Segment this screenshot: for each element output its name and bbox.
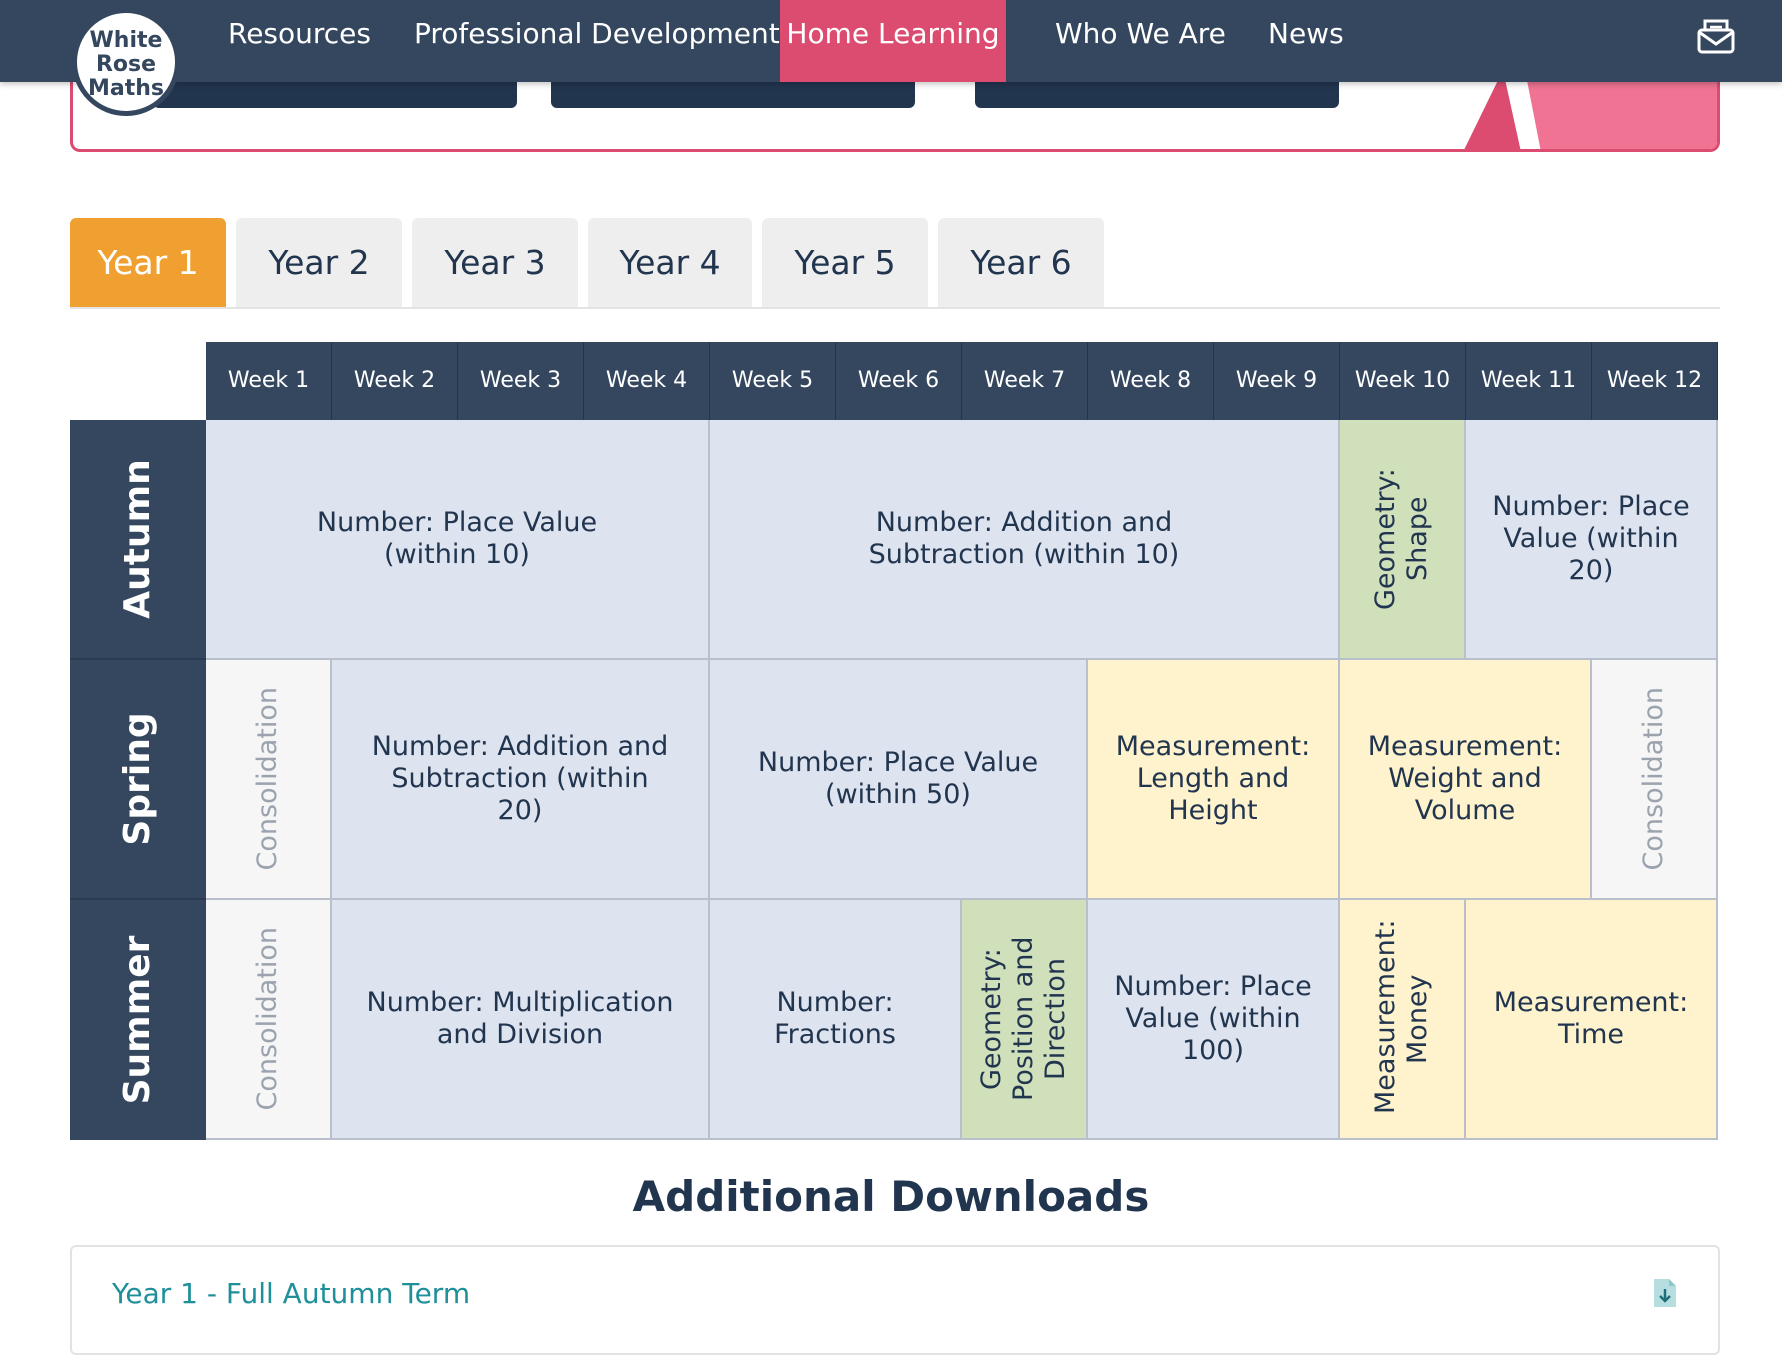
week-header-8: Week 8: [1088, 342, 1214, 420]
season-label: Spring: [117, 712, 158, 846]
season-spring: Spring: [70, 660, 206, 900]
block-label: Measurement: Length and Height: [1115, 731, 1311, 826]
tab-year-2[interactable]: Year 2: [236, 218, 402, 308]
tab-year-4[interactable]: Year 4: [588, 218, 752, 308]
season-label: Autumn: [117, 459, 158, 619]
block-label: Number: Addition and Subtraction (within…: [868, 507, 1180, 570]
nav-item-professional-development[interactable]: Professional Development: [390, 0, 804, 82]
scheme-of-learning-grid: Week 1 Week 2 Week 3 Week 4 Week 5 Week …: [70, 342, 1718, 1140]
week-header-2: Week 2: [332, 342, 458, 420]
block-label: Measurement: Weight and Volume: [1367, 731, 1563, 826]
block-summer-consolidation[interactable]: Consolidation: [206, 900, 332, 1140]
logo-line-maths: Maths: [87, 76, 164, 101]
nav-item-resources[interactable]: Resources: [204, 0, 395, 82]
block-autumn-geometry-shape[interactable]: Geometry: Shape: [1340, 420, 1466, 660]
block-autumn-place-value-20[interactable]: Number: Place Value (within 20): [1466, 420, 1718, 660]
block-summer-multiplication-division[interactable]: Number: Multiplication and Division: [332, 900, 710, 1140]
tab-year-3[interactable]: Year 3: [412, 218, 578, 308]
block-spring-consolidation-end[interactable]: Consolidation: [1592, 660, 1718, 900]
block-label: Number: Place Value (within 100): [1114, 971, 1312, 1066]
block-spring-consolidation-start[interactable]: Consolidation: [206, 660, 332, 900]
block-label: Number: Place Value (within 50): [757, 747, 1039, 810]
additional-downloads-title: Additional Downloads: [632, 1172, 1150, 1221]
block-spring-length-height[interactable]: Measurement: Length and Height: [1088, 660, 1340, 900]
block-label: Consolidation: [252, 927, 283, 1111]
week-header-4: Week 4: [584, 342, 710, 420]
week-header-1: Week 1: [206, 342, 332, 420]
block-autumn-addition-subtraction-10[interactable]: Number: Addition and Subtraction (within…: [710, 420, 1340, 660]
nav-item-who-we-are[interactable]: Who We Are: [1031, 0, 1250, 82]
download-file-icon[interactable]: [1652, 1277, 1678, 1309]
download-link-year1-autumn[interactable]: Year 1 - Full Autumn Term: [112, 1277, 470, 1310]
block-spring-addition-subtraction-20[interactable]: Number: Addition and Subtraction (within…: [332, 660, 710, 900]
block-autumn-place-value-10[interactable]: Number: Place Value (within 10): [206, 420, 710, 660]
block-label: Geometry: Shape: [1370, 468, 1433, 610]
tabs-divider: [70, 307, 1720, 309]
week-header-9: Week 9: [1214, 342, 1340, 420]
block-summer-time[interactable]: Measurement: Time: [1466, 900, 1718, 1140]
block-label: Number: Addition and Subtraction (within…: [371, 731, 669, 826]
block-label: Number: Fractions: [774, 987, 896, 1050]
tab-year-5[interactable]: Year 5: [762, 218, 928, 308]
week-header-11: Week 11: [1466, 342, 1592, 420]
week-header-7: Week 7: [962, 342, 1088, 420]
week-header-12: Week 12: [1592, 342, 1718, 420]
tab-year-1[interactable]: Year 1: [70, 218, 226, 308]
white-rose-maths-logo[interactable]: White Rose Maths: [72, 8, 180, 116]
block-spring-place-value-50[interactable]: Number: Place Value (within 50): [710, 660, 1088, 900]
nav-item-home-learning[interactable]: Home Learning: [780, 0, 1006, 82]
block-summer-place-value-100[interactable]: Number: Place Value (within 100): [1088, 900, 1340, 1140]
block-label: Measurement: Money: [1370, 919, 1433, 1114]
logo-line-rose: Rose: [95, 52, 157, 77]
block-label: Consolidation: [1638, 687, 1669, 871]
season-summer: Summer: [70, 900, 206, 1140]
week-header-6: Week 6: [836, 342, 962, 420]
week-header-10: Week 10: [1340, 342, 1466, 420]
block-summer-fractions[interactable]: Number: Fractions: [710, 900, 962, 1140]
block-label: Geometry: Position and Direction: [976, 936, 1071, 1102]
block-label: Number: Place Value (within 20): [1492, 491, 1690, 586]
nav-item-news[interactable]: News: [1244, 0, 1368, 82]
download-card: Year 1 - Full Autumn Term: [70, 1245, 1720, 1355]
tab-year-6[interactable]: Year 6: [938, 218, 1104, 308]
season-label: Summer: [117, 935, 158, 1105]
season-autumn: Autumn: [70, 420, 206, 660]
block-label: Measurement: Time: [1493, 987, 1689, 1050]
top-nav: Resources Professional Development Home …: [0, 0, 1782, 82]
block-spring-weight-volume[interactable]: Measurement: Weight and Volume: [1340, 660, 1592, 900]
block-label: Number: Multiplication and Division: [366, 987, 674, 1050]
logo-line-white: White: [89, 28, 163, 53]
mail-icon[interactable]: [1696, 18, 1736, 54]
week-header-3: Week 3: [458, 342, 584, 420]
block-label: Number: Place Value (within 10): [316, 507, 598, 570]
week-header-5: Week 5: [710, 342, 836, 420]
block-summer-money[interactable]: Measurement: Money: [1340, 900, 1466, 1140]
block-label: Consolidation: [252, 687, 283, 871]
block-summer-position-direction[interactable]: Geometry: Position and Direction: [962, 900, 1088, 1140]
